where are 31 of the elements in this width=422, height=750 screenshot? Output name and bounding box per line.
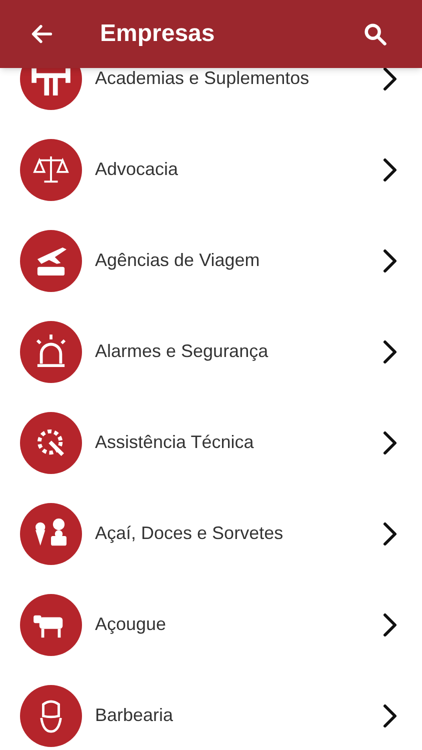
chevron-right-icon <box>382 702 398 728</box>
category-item[interactable]: Advocacia <box>0 124 422 215</box>
category-item[interactable]: Academias e Suplementos <box>0 68 422 124</box>
category-label: Alarmes e Segurança <box>95 340 268 363</box>
alarm-light-icon <box>20 320 82 382</box>
category-label: Assistência Técnica <box>95 431 254 454</box>
chevron-right-icon <box>382 430 398 456</box>
category-label: Agências de Viagem <box>95 249 260 272</box>
category-item[interactable]: Barbearia <box>0 670 422 750</box>
search-icon <box>362 21 388 47</box>
category-label: Açougue <box>95 613 166 636</box>
category-item[interactable]: Açougue <box>0 579 422 670</box>
airplane-icon <box>20 230 82 292</box>
category-item[interactable]: Alarmes e Segurança <box>0 306 422 397</box>
chevron-right-icon <box>382 248 398 274</box>
category-label: Academias e Suplementos <box>95 68 310 90</box>
chevron-right-icon <box>382 338 398 364</box>
chevron-right-icon <box>382 68 398 92</box>
category-label: Barbearia <box>95 704 174 727</box>
category-label: Advocacia <box>95 158 178 181</box>
scales-icon <box>20 138 82 200</box>
chevron-right-icon <box>382 612 398 638</box>
category-item[interactable]: Agências de Viagem <box>0 215 422 306</box>
category-item[interactable]: Assistência Técnica <box>0 397 422 488</box>
beard-icon <box>20 684 82 746</box>
ice-cream-icon <box>20 502 82 564</box>
category-item[interactable]: Açaí, Doces e Sorvetes <box>0 488 422 579</box>
chevron-right-icon <box>382 156 398 182</box>
category-label: Açaí, Doces e Sorvetes <box>95 522 284 545</box>
screen-title: Empresas <box>100 19 215 49</box>
chevron-right-icon <box>382 520 398 546</box>
